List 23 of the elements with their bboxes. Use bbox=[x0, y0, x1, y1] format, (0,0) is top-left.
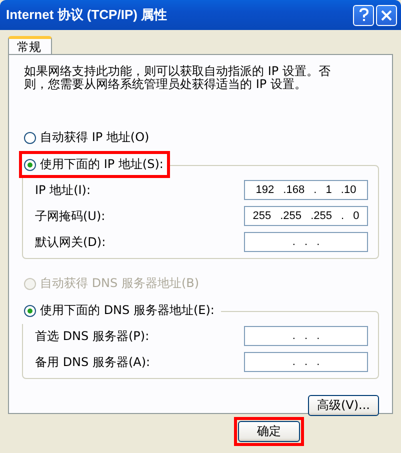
window-title: Internet 协议 (TCP/IP) 属性 bbox=[6, 6, 168, 24]
radio-button[interactable]: 使用下面的 IP 地址(S): bbox=[19, 151, 170, 178]
question-mark-icon bbox=[358, 8, 368, 22]
radio-icon[interactable] bbox=[24, 132, 36, 144]
field-label: IP 地址(I): bbox=[35, 182, 91, 198]
field-label: 子网掩码(U): bbox=[35, 208, 106, 224]
field-label: 备用 DNS 服务器(A): bbox=[35, 354, 150, 370]
field-label: 首选 DNS 服务器(P): bbox=[35, 328, 150, 344]
close-icon bbox=[381, 10, 392, 20]
ok-button[interactable]: 确定 bbox=[238, 421, 300, 442]
ip-address-field[interactable]: 255 .255 .255 . 0 bbox=[244, 206, 368, 226]
field-label: 默认网关(D): bbox=[35, 234, 106, 250]
tab[interactable]: 常规 bbox=[8, 36, 52, 54]
close-button[interactable] bbox=[376, 4, 397, 26]
ip-address-field[interactable]: 192 .168 . 1 .10 bbox=[244, 180, 368, 200]
ip-address-field[interactable]: . . . bbox=[244, 326, 368, 346]
radio-icon[interactable] bbox=[24, 158, 36, 170]
radio-icon[interactable] bbox=[24, 304, 36, 316]
ip-address-field[interactable]: . . . bbox=[244, 232, 368, 252]
advanced-button[interactable]: 高级(V)... bbox=[308, 395, 379, 416]
description-text: 如果网络支持此功能，则可以获取自动指派的 IP 设置。否则，您需要从网络系统管理员处获得适当的 IP 设置。 bbox=[23, 65, 332, 91]
help-button[interactable] bbox=[353, 4, 374, 26]
ip-address-field[interactable]: . . . bbox=[244, 352, 368, 372]
